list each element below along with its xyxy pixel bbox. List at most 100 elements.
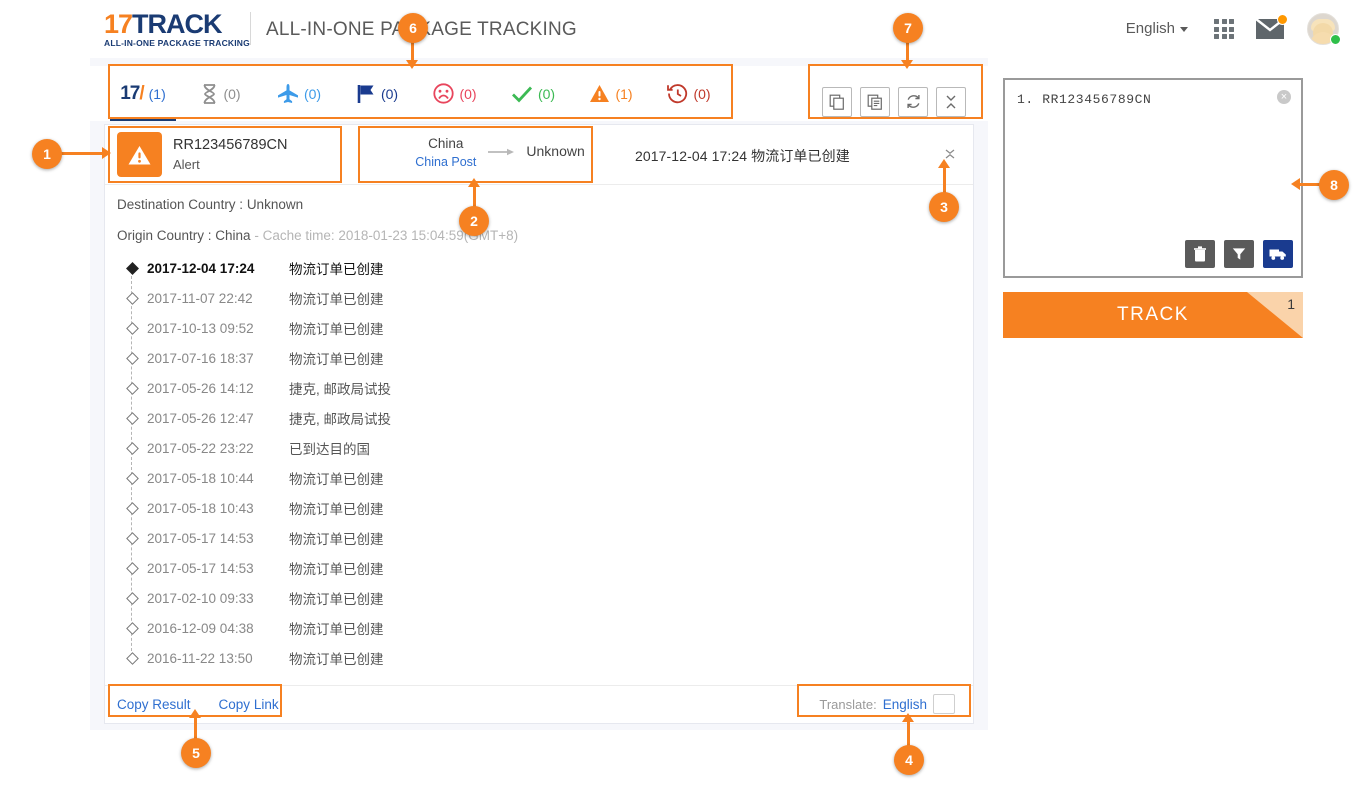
collapse-icon: [946, 95, 956, 108]
sad-face-icon: [433, 83, 455, 104]
tab-count-delivered: (0): [537, 85, 556, 102]
tab-count-in-transit: (0): [303, 85, 322, 102]
event-description: 物流订单已创建: [289, 652, 384, 667]
app-header: 17TRACK ALL-IN-ONE PACKAGE TRACKING ALL-…: [0, 0, 1364, 58]
list-item: 2017-05-17 14:53 物流订单已创建: [117, 523, 973, 553]
list-item: 2017-02-10 09:33 物流订单已创建: [117, 583, 973, 613]
hourglass-icon: [201, 83, 218, 104]
diamond-icon: [125, 291, 139, 305]
tracking-numbers-textarea[interactable]: 1. RR123456789CN ×: [1003, 78, 1303, 278]
copy-result-button[interactable]: Copy Result: [117, 697, 191, 712]
tracking-number: RR123456789CN: [173, 136, 288, 153]
check-icon: [511, 85, 533, 103]
diamond-icon: [125, 501, 139, 515]
refresh-icon-button[interactable]: [898, 86, 928, 117]
diamond-icon: [125, 531, 139, 545]
diamond-icon: [125, 471, 139, 485]
event-time: 2017-05-18 10:44: [147, 470, 254, 486]
status-tabs-bar: 17/ (1) (0) (0) (0) (0) (0) (1) (0): [90, 66, 988, 121]
clear-circle-icon[interactable]: ×: [1277, 90, 1291, 104]
sidebar-item-not-found[interactable]: (0): [182, 66, 260, 121]
logo[interactable]: 17TRACK ALL-IN-ONE PACKAGE TRACKING: [104, 9, 250, 49]
main-panel: 17/ (1) (0) (0) (0) (0) (0) (1) (0) RR12…: [90, 58, 988, 730]
list-item: 2017-05-26 14:12 捷克, 邮政局试投: [117, 373, 973, 403]
truck-icon-button[interactable]: [1263, 240, 1293, 268]
timeline-marker: [117, 621, 147, 635]
annotation-lead-4: [907, 720, 910, 748]
annotation-lead-3: [943, 166, 946, 194]
track-button[interactable]: TRACK 1: [1003, 292, 1303, 338]
tracking-result-card: RR123456789CN Alert China China Post Unk…: [104, 124, 974, 724]
tracking-result-header: RR123456789CN Alert China China Post Unk…: [105, 125, 973, 185]
translate-label: Translate:: [819, 696, 877, 712]
sidebar-item-alert[interactable]: (1): [572, 66, 650, 121]
annotation-badge-8: 8: [1319, 170, 1349, 200]
diamond-icon: [125, 411, 139, 425]
tab-count-undelivered: (0): [459, 85, 477, 102]
diamond-icon: [125, 381, 139, 395]
destination-country-label: Destination Country :: [117, 197, 247, 212]
filter-icon: [1232, 248, 1246, 260]
sidebar-item-delivered[interactable]: (0): [494, 66, 572, 121]
filter-icon-button[interactable]: [1224, 240, 1254, 268]
diamond-icon: [125, 561, 139, 575]
event-time: 2017-05-18 10:43: [147, 500, 254, 516]
textarea-value: 1. RR123456789CN: [1017, 92, 1152, 107]
tab-count-all: (1): [148, 85, 166, 102]
timeline-marker: [117, 501, 147, 515]
sidebar-item-all[interactable]: 17/ (1): [104, 66, 182, 121]
translate-toggle[interactable]: [933, 694, 955, 714]
event-time: 2017-05-17 14:53: [147, 560, 254, 576]
copy-list-icon: [867, 94, 882, 110]
trash-icon-button[interactable]: [1185, 240, 1215, 268]
diamond-icon: [125, 261, 139, 275]
diamond-icon: [125, 651, 139, 665]
timeline-marker: [117, 441, 147, 455]
logo-17: 17: [104, 9, 133, 39]
annotation-arrow-7: [901, 60, 913, 69]
annotation-badge-7: 7: [893, 13, 923, 43]
event-time: 2017-07-16 18:37: [147, 350, 254, 366]
event-time: 2017-11-07 22:42: [147, 290, 253, 306]
diamond-icon: [125, 321, 139, 335]
language-selector[interactable]: English: [1126, 20, 1188, 37]
timeline-marker: [117, 561, 147, 575]
track-count-corner: 1: [1247, 292, 1303, 338]
collapse-icon-button[interactable]: [936, 86, 966, 117]
apps-grid-icon[interactable]: [1214, 19, 1234, 39]
timeline-marker: [117, 351, 147, 365]
clock-back-icon: [667, 83, 688, 104]
copy-list-icon-button[interactable]: [860, 86, 890, 117]
destination-country-value: Unknown: [246, 197, 304, 212]
list-item: 2017-12-04 17:24 物流订单已创建: [117, 253, 973, 283]
timeline-marker: [117, 381, 147, 395]
annotation-arrow-5: [189, 709, 201, 718]
copy-link-button[interactable]: Copy Link: [219, 697, 279, 712]
sidebar-item-undelivered[interactable]: (0): [416, 66, 494, 121]
event-time: 2017-05-22 23:22: [147, 440, 254, 456]
annotation-badge-2: 2: [459, 206, 489, 236]
diamond-icon: [125, 441, 139, 455]
list-item: 2017-05-18 10:44 物流订单已创建: [117, 463, 973, 493]
translate-language[interactable]: English: [883, 697, 927, 712]
origin-carrier-link[interactable]: China Post: [415, 153, 476, 171]
list-item: 2017-07-16 18:37 物流订单已创建: [117, 343, 973, 373]
timeline-marker: [117, 411, 147, 425]
annotation-badge-5: 5: [181, 738, 211, 768]
annotation-badge-3: 3: [929, 192, 959, 222]
logo-subtitle: ALL-IN-ONE PACKAGE TRACKING: [104, 38, 250, 48]
sidebar-item-expired[interactable]: (0): [650, 66, 728, 121]
event-description: 物流订单已创建: [289, 292, 384, 307]
timeline-marker: [117, 531, 147, 545]
diamond-icon: [125, 591, 139, 605]
list-item: 2017-11-07 22:42 物流订单已创建: [117, 283, 973, 313]
origin-country-line: Origin Country : China - Cache time: 201…: [105, 228, 973, 243]
event-description: 已到达目的国: [289, 442, 370, 457]
sidebar-item-pickup[interactable]: (0): [338, 66, 416, 121]
origin-country: China: [428, 136, 464, 151]
sidebar-item-in-transit[interactable]: (0): [260, 66, 338, 121]
annotation-badge-4: 4: [894, 745, 924, 775]
event-time: 2017-12-04 17:24: [147, 260, 255, 276]
copy-icon-button[interactable]: [822, 86, 852, 117]
list-item: 2017-05-18 10:43 物流订单已创建: [117, 493, 973, 523]
